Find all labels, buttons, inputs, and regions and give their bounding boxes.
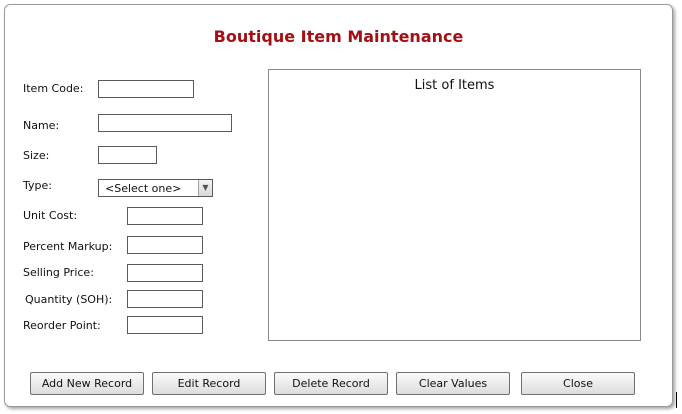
type-selected-value: <Select one> (105, 182, 182, 195)
text-cursor (676, 392, 677, 408)
size-field[interactable] (98, 146, 157, 164)
type-select[interactable]: <Select one> ▼ (98, 179, 213, 197)
unit-cost-label: Unit Cost: (23, 209, 78, 222)
item-code-field[interactable] (98, 80, 194, 98)
name-field[interactable] (98, 114, 232, 132)
close-button[interactable]: Close (521, 372, 635, 395)
name-label: Name: (23, 119, 60, 132)
selling-price-field[interactable] (127, 264, 203, 282)
edit-record-button[interactable]: Edit Record (152, 372, 266, 395)
clear-values-button[interactable]: Clear Values (396, 372, 510, 395)
reorder-point-label: Reorder Point: (23, 319, 101, 332)
items-list-box[interactable]: List of Items (268, 69, 641, 341)
item-code-label: Item Code: (23, 82, 84, 95)
chevron-down-icon[interactable]: ▼ (198, 180, 212, 196)
selling-price-label: Selling Price: (23, 266, 94, 279)
type-label: Type: (23, 179, 52, 192)
percent-markup-label: Percent Markup: (23, 240, 113, 253)
quantity-label: Quantity (SOH): (25, 293, 113, 306)
reorder-point-field[interactable] (127, 316, 203, 334)
window-title: Boutique Item Maintenance (213, 27, 464, 46)
quantity-field[interactable] (127, 290, 203, 308)
main-window: Boutique Item Maintenance Item Code: Nam… (4, 4, 673, 407)
delete-record-button[interactable]: Delete Record (274, 372, 388, 395)
unit-cost-field[interactable] (127, 207, 203, 225)
percent-markup-field[interactable] (127, 236, 203, 254)
list-caption: List of Items (414, 78, 495, 93)
size-label: Size: (23, 149, 50, 162)
add-new-record-button[interactable]: Add New Record (30, 372, 144, 395)
